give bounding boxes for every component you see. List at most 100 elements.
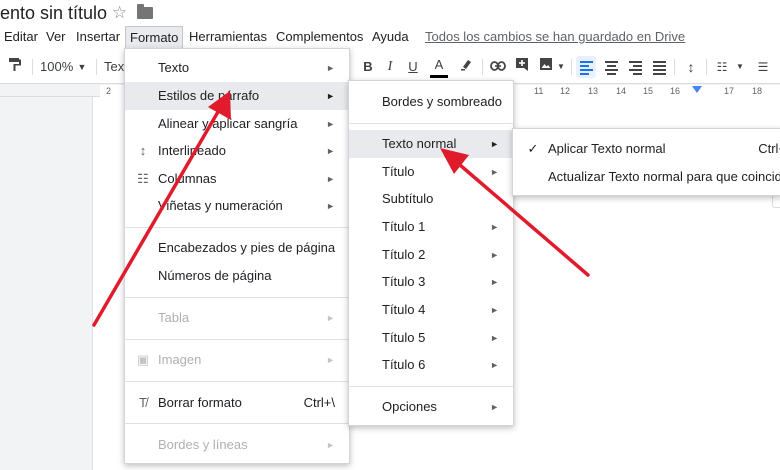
menu-item-aplicar-texto-normal[interactable]: ✓ Aplicar Texto normal Ctrl+Alt+0: [513, 135, 780, 163]
toolbar-divider: [706, 59, 707, 75]
menu-divider: [125, 297, 349, 298]
bold-button[interactable]: B: [360, 56, 376, 78]
indent-marker[interactable]: [692, 86, 702, 93]
chevron-right-icon: ►: [490, 250, 499, 260]
align-left-icon: [579, 59, 593, 77]
shortcut-text: Ctrl+\: [303, 395, 335, 410]
line-spacing-icon[interactable]: ↕: [681, 56, 701, 78]
chevron-down-icon[interactable]: ▼: [76, 56, 88, 78]
menu-item-titulo[interactable]: Título ►: [349, 158, 513, 186]
ruler-number: 18: [752, 86, 763, 96]
zoom-select[interactable]: 100%: [40, 56, 73, 78]
chevron-down-icon[interactable]: ▼: [735, 56, 745, 78]
chevron-right-icon: ►: [490, 333, 499, 343]
menu-item-estilos-de-parrafo[interactable]: Estilos de párrafo ►: [125, 82, 349, 110]
folder-icon[interactable]: [137, 4, 153, 19]
document-title[interactable]: ento sin título: [0, 3, 107, 24]
menu-item-columnas[interactable]: ☷ Columnas ►: [125, 165, 349, 193]
menu-insertar[interactable]: Insertar: [72, 26, 124, 48]
ruler-number: 2: [106, 86, 112, 96]
menu-item-titulo-3[interactable]: Título 3 ►: [349, 268, 513, 296]
menu-item-titulo-1[interactable]: Título 1 ►: [349, 213, 513, 241]
menu-item-titulo-4[interactable]: Título 4 ►: [349, 296, 513, 324]
menu-divider: [349, 123, 513, 124]
menu-item-titulo-5[interactable]: Título 5 ►: [349, 324, 513, 352]
toolbar: 100% ▼ Text B I U A ▼ ↕ ☷ ▼ ☰: [0, 50, 780, 84]
toolbar-divider: [571, 59, 572, 75]
menu-item-texto-normal[interactable]: Texto normal ►: [349, 130, 513, 158]
chevron-right-icon: ►: [326, 355, 335, 365]
checkmark-icon: ✓: [527, 141, 539, 156]
menu-item-titulo-6[interactable]: Título 6 ►: [349, 351, 513, 379]
save-status-link[interactable]: Todos los cambios se han guardado en Dri…: [425, 29, 685, 44]
menu-editar[interactable]: Editar: [0, 26, 42, 48]
ruler-number: 17: [724, 86, 735, 96]
menu-item-interlineado[interactable]: ↕ Interlineado ►: [125, 137, 349, 165]
align-center-button[interactable]: [601, 56, 621, 78]
menu-item-actualizar-texto-normal[interactable]: Actualizar Texto normal para que coincid…: [513, 163, 780, 191]
chevron-right-icon: ►: [490, 402, 499, 412]
toolbar-divider: [674, 59, 675, 75]
ruler-number: 12: [560, 86, 571, 96]
menu-divider: [125, 423, 349, 424]
menu-formato[interactable]: Formato: [125, 26, 184, 48]
star-icon[interactable]: ☆: [112, 3, 127, 23]
ruler-number: 13: [588, 86, 599, 96]
text-color-button[interactable]: A: [430, 56, 448, 78]
ruler-number: 16: [670, 86, 681, 96]
underline-button[interactable]: U: [405, 56, 421, 78]
menu-item-tabla[interactable]: Tabla ►: [125, 304, 349, 332]
align-center-icon: [604, 59, 618, 77]
menu-ayuda[interactable]: Ayuda: [368, 26, 413, 48]
marker-icon[interactable]: [457, 56, 475, 78]
bulleted-list-icon[interactable]: ☰: [752, 56, 774, 78]
menu-item-subtitulo[interactable]: Subtítulo: [349, 185, 513, 213]
menu-complementos[interactable]: Complementos: [272, 26, 367, 48]
menu-divider: [125, 381, 349, 382]
chevron-right-icon: ►: [490, 305, 499, 315]
add-comment-icon[interactable]: [513, 56, 531, 78]
menu-ver[interactable]: Ver: [42, 26, 70, 48]
toolbar-divider: [32, 59, 33, 75]
ruler-number: 14: [616, 86, 627, 96]
menu-item-imagen[interactable]: ▣ Imagen ►: [125, 346, 349, 374]
title-bar: ento sin título ☆: [0, 0, 780, 28]
align-right-button[interactable]: [625, 56, 645, 78]
menu-item-vinetas[interactable]: Viñetas y numeración ►: [125, 192, 349, 220]
menu-divider: [125, 339, 349, 340]
chevron-right-icon: ►: [326, 201, 335, 211]
columns-icon: ☷: [137, 171, 149, 186]
menu-item-bordes-y-sombreado[interactable]: Bordes y sombreado: [349, 88, 513, 116]
menu-item-encabezados[interactable]: Encabezados y pies de página: [125, 234, 349, 262]
align-right-icon: [628, 59, 642, 77]
justify-icon: [652, 59, 666, 77]
chevron-right-icon: ►: [490, 167, 499, 177]
menu-item-numeros-de-pagina[interactable]: Números de página: [125, 262, 349, 290]
chevron-down-icon[interactable]: ▼: [556, 56, 566, 78]
image-icon[interactable]: [537, 56, 555, 78]
clear-formatting-icon: T̸: [139, 395, 147, 410]
chevron-right-icon: ►: [326, 146, 335, 156]
numbered-list-icon[interactable]: ☷: [712, 56, 732, 78]
menu-item-borrar-formato[interactable]: T̸ Borrar formato Ctrl+\: [125, 389, 349, 417]
menu-herramientas[interactable]: Herramientas: [185, 26, 271, 48]
align-left-button[interactable]: [576, 56, 596, 78]
chevron-right-icon: ►: [490, 139, 499, 149]
menubar: Editar Ver Insertar Formato Herramientas…: [0, 26, 780, 50]
chevron-right-icon: ►: [326, 63, 335, 73]
ruler-number: 11: [534, 86, 544, 96]
paint-format-icon[interactable]: [6, 56, 24, 78]
chevron-right-icon: ►: [490, 222, 499, 232]
chevron-right-icon: ►: [326, 119, 335, 129]
link-icon[interactable]: [488, 56, 508, 78]
chevron-right-icon: ►: [326, 313, 335, 323]
justify-button[interactable]: [649, 56, 669, 78]
menu-item-opciones[interactable]: Opciones ►: [349, 393, 513, 421]
menu-item-texto[interactable]: Texto ►: [125, 54, 349, 82]
menu-item-alinear[interactable]: Alinear y aplicar sangría ►: [125, 110, 349, 138]
menu-item-titulo-2[interactable]: Título 2 ►: [349, 241, 513, 269]
toolbar-divider: [482, 59, 483, 75]
menu-item-bordes-y-lineas[interactable]: Bordes y líneas ►: [125, 431, 349, 459]
chevron-right-icon: ►: [490, 277, 499, 287]
italic-button[interactable]: I: [382, 56, 398, 78]
